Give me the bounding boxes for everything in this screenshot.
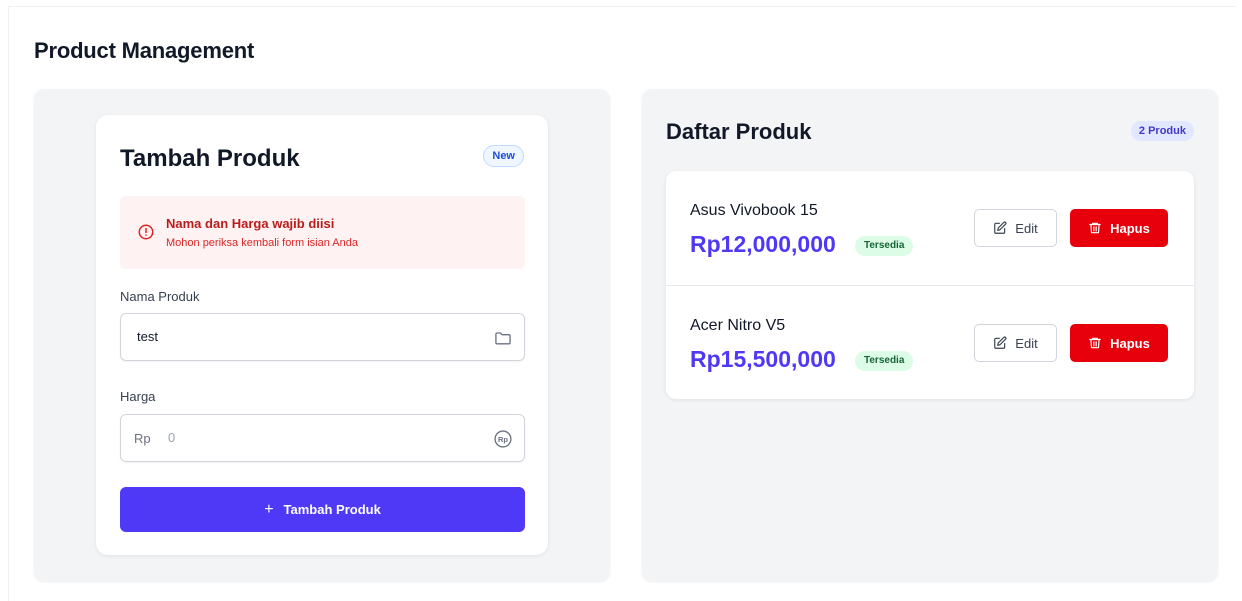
add-product-button-label: Tambah Produk: [283, 502, 381, 517]
delete-button[interactable]: Hapus: [1070, 209, 1168, 247]
product-name: Asus Vivobook 15: [690, 202, 818, 219]
list-item: Acer Nitro V5 Rp15,500,000 Tersedia Edit: [666, 285, 1194, 399]
price-field[interactable]: Rp Rp: [120, 414, 525, 462]
product-list: Asus Vivobook 15 Rp12,000,000 Tersedia E…: [666, 171, 1194, 399]
currency-prefix: Rp: [134, 431, 151, 446]
alert-message: Mohon periksa kembali form isian Anda: [166, 237, 358, 249]
price-field-label: Harga: [120, 389, 156, 404]
add-product-form: Tambah Produk New Nama dan Harga wajib d…: [96, 115, 548, 555]
trash-icon: [1089, 337, 1101, 349]
page-title: Product Management: [34, 38, 255, 63]
plus-icon: +: [264, 500, 274, 518]
form-title: Tambah Produk: [120, 145, 300, 172]
name-input[interactable]: [137, 329, 457, 344]
edit-icon: [994, 336, 1007, 349]
list-title: Daftar Produk: [666, 119, 812, 144]
alert-title: Nama dan Harga wajib diisi: [166, 216, 335, 231]
alert-circle-icon: [138, 224, 154, 240]
add-product-button[interactable]: + Tambah Produk: [120, 487, 525, 532]
product-list-panel: Daftar Produk 2 Produk Asus Vivobook 15 …: [642, 89, 1218, 581]
edit-button[interactable]: Edit: [974, 324, 1057, 362]
status-badge: Tersedia: [855, 236, 914, 256]
rupiah-coin-icon: Rp: [494, 430, 512, 448]
product-price: Rp15,500,000: [690, 346, 836, 372]
edit-button[interactable]: Edit: [974, 209, 1057, 247]
add-product-panel: Tambah Produk New Nama dan Harga wajib d…: [34, 89, 610, 581]
delete-button-label: Hapus: [1110, 220, 1150, 236]
price-input[interactable]: [168, 430, 468, 445]
list-item: Asus Vivobook 15 Rp12,000,000 Tersedia E…: [666, 171, 1194, 285]
name-field-label: Nama Produk: [120, 289, 200, 304]
status-badge: Tersedia: [855, 351, 914, 371]
validation-alert: Nama dan Harga wajib diisi Mohon periksa…: [120, 196, 525, 269]
product-name: Acer Nitro V5: [690, 317, 786, 334]
product-price: Rp12,000,000: [690, 231, 836, 257]
new-badge: New: [483, 145, 524, 167]
delete-button[interactable]: Hapus: [1070, 324, 1168, 362]
delete-button-label: Hapus: [1110, 335, 1150, 351]
svg-text:Rp: Rp: [498, 435, 508, 444]
folder-icon: [495, 332, 511, 345]
edit-button-label: Edit: [1015, 220, 1038, 236]
trash-icon: [1089, 222, 1101, 234]
product-count-badge: 2 Produk: [1130, 121, 1194, 141]
edit-icon: [994, 221, 1007, 234]
edit-button-label: Edit: [1015, 335, 1038, 351]
name-field[interactable]: [120, 313, 525, 361]
